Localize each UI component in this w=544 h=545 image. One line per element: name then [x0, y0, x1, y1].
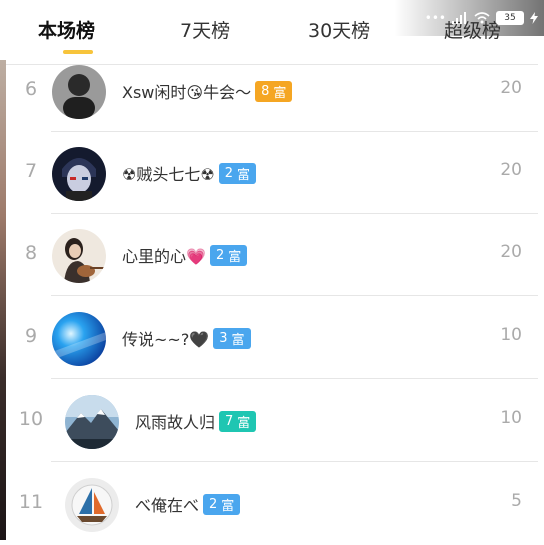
badge-text: 富 — [273, 85, 287, 101]
user-name: 心里的心💗 — [122, 247, 206, 266]
score: 20 — [500, 160, 522, 180]
avatar-mountain-icon — [65, 395, 119, 449]
ranking-row[interactable]: 6 Xsw闲时😘牛会～ 8 富 20 — [6, 50, 538, 132]
wealth-badge: 2 富 — [203, 493, 241, 515]
badge-text: 富 — [221, 498, 235, 514]
avatar-dark-portrait-icon — [52, 65, 106, 119]
avatar[interactable] — [52, 147, 106, 201]
avatar-blue-abstract-icon — [52, 312, 106, 366]
rank-number: 6 — [24, 78, 38, 100]
badge-level: 7 — [225, 413, 234, 429]
wealth-badge: 2 富 — [209, 244, 248, 266]
row-divider — [51, 461, 538, 462]
rank-number: 9 — [24, 325, 38, 347]
notification-dots-icon: ••• — [424, 11, 446, 25]
user-name-block: 心里的心💗 2 富 — [122, 243, 248, 267]
rank-number: 8 — [24, 242, 38, 264]
wealth-badge: 7 富 — [219, 410, 257, 432]
avatar[interactable] — [65, 395, 119, 449]
avatar[interactable] — [52, 65, 106, 119]
wealth-badge: 8 富 — [255, 80, 293, 102]
signal-icon — [452, 12, 466, 24]
user-name: べ俺在べ — [135, 496, 200, 515]
user-name: 风雨故人归 — [135, 413, 216, 432]
avatar[interactable] — [65, 478, 119, 532]
badge-level: 8 — [261, 83, 270, 99]
ranking-row[interactable]: 7 ☢贼头七七☢ 2 富 20 — [6, 132, 538, 214]
user-name-block: Xsw闲时😘牛会～ 8 富 — [122, 79, 293, 103]
charging-icon — [530, 12, 538, 24]
score: 5 — [511, 491, 522, 511]
rank-number: 11 — [18, 491, 44, 513]
badge-level: 2 — [224, 165, 233, 181]
status-bar: ••• 35 — [425, 9, 538, 27]
ranking-row[interactable]: 11 べ俺在べ 2 富 5 — [6, 463, 538, 545]
badge-level: 2 — [209, 496, 218, 512]
badge-text: 富 — [237, 415, 251, 431]
tab-this-show[interactable]: 本场榜 — [38, 16, 95, 43]
score: 10 — [500, 408, 522, 428]
ranking-row[interactable]: 9 传说~~?🖤 3 富 10 — [6, 297, 538, 379]
battery-icon: 35 — [496, 11, 524, 25]
badge-level: 3 — [219, 330, 228, 346]
avatar-sailboat-icon — [65, 478, 119, 532]
avatar[interactable] — [52, 229, 106, 283]
wifi-icon — [474, 12, 490, 24]
rank-number: 10 — [18, 408, 44, 430]
avatar-girl-guitar-icon — [52, 229, 106, 283]
badge-text: 富 — [236, 167, 250, 183]
user-name-block: 风雨故人归 7 富 — [135, 409, 257, 433]
tab-30-days[interactable]: 30天榜 — [308, 16, 370, 43]
tab-7-days[interactable]: 7天榜 — [180, 16, 230, 43]
wealth-badge: 3 富 — [213, 327, 251, 349]
user-name: ☢贼头七七☢ — [122, 165, 215, 184]
user-name: Xsw闲时😘牛会～ — [122, 83, 252, 102]
badge-text: 富 — [228, 249, 242, 265]
score: 20 — [500, 78, 522, 98]
avatar-anime-boy-icon — [52, 147, 106, 201]
row-divider — [51, 295, 538, 296]
rank-number: 7 — [24, 160, 38, 182]
user-name: 传说~~?🖤 — [122, 330, 210, 349]
ranking-row[interactable]: 10 风雨故人归 7 富 10 — [6, 380, 538, 462]
score: 10 — [500, 325, 522, 345]
badge-text: 富 — [231, 332, 245, 348]
row-divider — [51, 378, 538, 379]
score: 20 — [500, 242, 522, 262]
ranking-row[interactable]: 8 心里的心💗 2 富 20 — [6, 214, 538, 296]
avatar[interactable] — [52, 312, 106, 366]
user-name-block: ☢贼头七七☢ 2 富 — [122, 161, 256, 185]
user-name-block: 传说~~?🖤 3 富 — [122, 326, 251, 350]
wealth-badge: 2 富 — [218, 162, 256, 184]
badge-level: 2 — [215, 247, 225, 263]
user-name-block: べ俺在べ 2 富 — [135, 492, 241, 516]
